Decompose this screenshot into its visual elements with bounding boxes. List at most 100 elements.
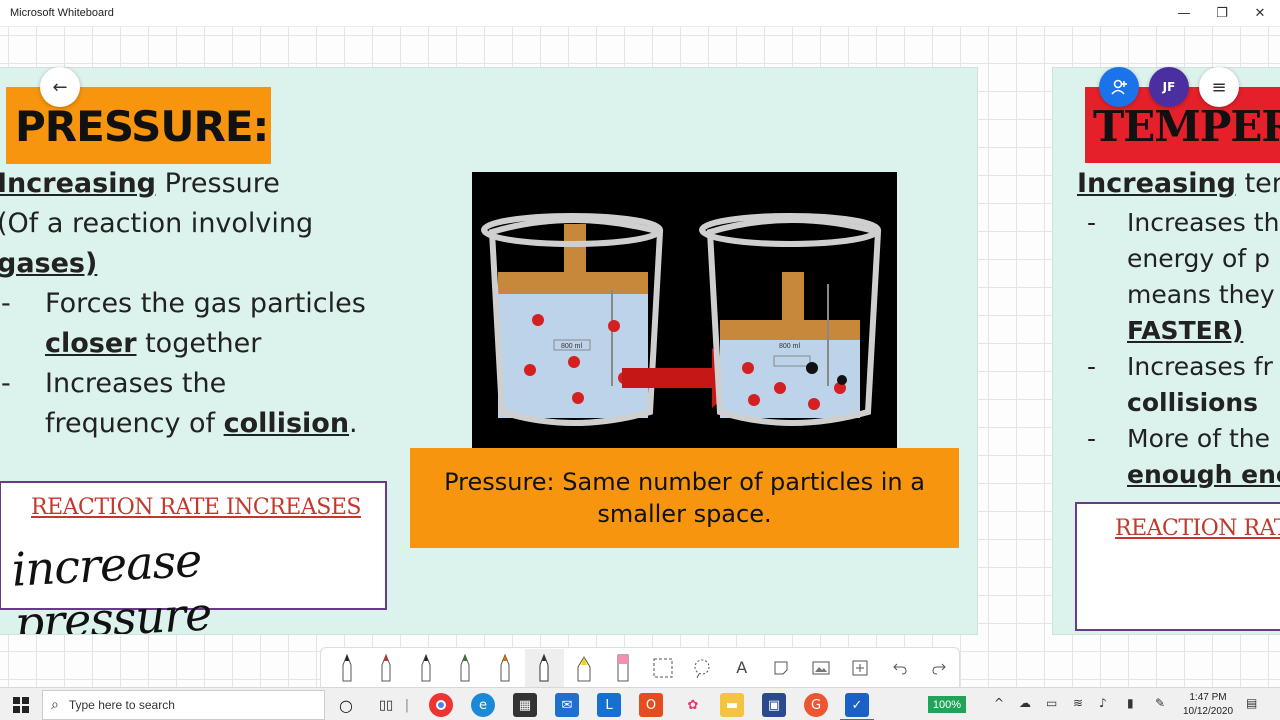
- pen-tray-icon[interactable]: ✎: [1155, 696, 1165, 710]
- ruler-icon: [653, 658, 673, 677]
- screen-app-icon[interactable]: ▣: [762, 693, 786, 717]
- right-beaker-label: 800 ml: [779, 343, 800, 350]
- start-button[interactable]: [0, 688, 42, 720]
- chrome-profile-icon[interactable]: G: [804, 693, 828, 717]
- file-explorer-icon[interactable]: ▬: [720, 693, 744, 717]
- right-beaker: 800 ml: [699, 213, 882, 426]
- reaction-rate-label: REACTION RATE INCREASES: [31, 495, 361, 520]
- bullet-1-line-2: closer together: [45, 328, 262, 359]
- person-add-icon: [1111, 79, 1127, 95]
- close-button[interactable]: ✕: [1240, 0, 1280, 27]
- user-initials: JF: [1162, 80, 1176, 94]
- close-icon: ✕: [1254, 6, 1266, 21]
- pressure-title: PRESSURE:: [15, 102, 269, 151]
- notifications-icon[interactable]: ▤: [1246, 696, 1257, 710]
- ruler-tool[interactable]: [643, 649, 683, 687]
- office-icon[interactable]: O: [639, 693, 663, 717]
- bullet-1-line-1: Forces the gas particles: [45, 288, 366, 319]
- temp-dash-3: -: [1087, 424, 1097, 453]
- wifi-icon[interactable]: ≋: [1073, 696, 1083, 710]
- pressure-line-3: gases): [0, 248, 98, 279]
- clock[interactable]: 1:47 PM 10/12/2020: [1178, 691, 1238, 719]
- clock-time: 1:47 PM: [1189, 692, 1227, 703]
- back-button[interactable]: ←: [40, 67, 80, 107]
- onedrive-icon[interactable]: ☁: [1019, 696, 1031, 710]
- pen-green-icon: [460, 653, 470, 681]
- app-icon[interactable]: ✿: [681, 693, 705, 717]
- eraser[interactable]: [604, 649, 644, 687]
- chrome-icon[interactable]: [429, 693, 453, 717]
- bullet-2-line-1: Increases the: [45, 368, 227, 399]
- undo-button[interactable]: [880, 649, 920, 687]
- left-beaker-label: 800 ml: [561, 343, 582, 350]
- hamburger-icon: ≡: [1211, 76, 1227, 98]
- bullet-dash-2: -: [1, 368, 11, 399]
- temp-dash-2: -: [1087, 352, 1097, 381]
- microphone-icon[interactable]: ▮: [1127, 696, 1134, 710]
- highlighter[interactable]: [564, 649, 604, 687]
- taskbar: ⌕ Type here to search ○ ▯▯ | e ▦ ✉ L O ✿…: [0, 687, 1280, 720]
- temp-b1-l3: means they: [1127, 280, 1275, 309]
- task-view-icon[interactable]: ▯▯: [374, 693, 398, 717]
- pen-black[interactable]: [327, 649, 367, 687]
- pen-green[interactable]: [446, 649, 486, 687]
- back-arrow-icon: ←: [52, 76, 68, 98]
- temp-reaction-rate-label: REACTION RAT: [1115, 516, 1280, 541]
- text-tool[interactable]: A: [722, 649, 762, 687]
- pen-dark-icon: [421, 653, 431, 681]
- restore-button[interactable]: ❐: [1202, 0, 1242, 27]
- temperature-slide[interactable]: TEMPERA Increasing ten - Increases th en…: [1052, 67, 1280, 635]
- title-bar: Microsoft Whiteboard — ❐ ✕: [0, 0, 1280, 27]
- pressure-line-1: Increasing Pressure: [0, 168, 280, 199]
- network-drive-icon[interactable]: ▭: [1046, 696, 1057, 710]
- temp-reaction-rate-box[interactable]: REACTION RAT: [1075, 502, 1280, 631]
- edge-icon[interactable]: e: [471, 693, 495, 717]
- menu-button[interactable]: ≡: [1199, 67, 1239, 107]
- temp-dash-1: -: [1087, 208, 1097, 237]
- temp-line-1: Increasing ten: [1077, 168, 1280, 199]
- pen-selected-icon: [539, 653, 549, 681]
- pen-black-icon: [342, 653, 352, 681]
- pressure-slide[interactable]: PRESSURE: Increasing Pressure (Of a reac…: [0, 67, 978, 635]
- user-avatar[interactable]: JF: [1149, 67, 1189, 107]
- zoom-level[interactable]: 100%: [928, 696, 966, 713]
- image-tool[interactable]: [801, 649, 841, 687]
- search-icon: ⌕: [51, 697, 59, 713]
- caption-box: Pressure: Same number of particles in a …: [410, 448, 959, 548]
- lync-icon[interactable]: L: [597, 693, 621, 717]
- search-box[interactable]: ⌕ Type here to search: [42, 690, 325, 720]
- tray-chevron-icon[interactable]: ^: [994, 696, 1004, 710]
- plus-icon: [852, 660, 868, 675]
- redo-button[interactable]: [920, 649, 960, 687]
- note-tool[interactable]: [762, 649, 802, 687]
- left-beaker: 800 ml: [481, 213, 664, 426]
- temp-b2-l1: Increases fr: [1127, 352, 1273, 381]
- sticky-note-icon: [774, 661, 788, 674]
- pen-dark[interactable]: [406, 649, 446, 687]
- volume-icon[interactable]: ♪: [1099, 696, 1107, 710]
- image-icon: [812, 661, 830, 674]
- cortana-icon[interactable]: ○: [334, 693, 358, 717]
- lasso-icon: [694, 659, 710, 678]
- pen-orange[interactable]: [485, 649, 525, 687]
- pressure-line-2: (Of a reaction involving: [0, 208, 314, 239]
- inking-toolbar: A: [320, 647, 960, 687]
- store-icon[interactable]: ▦: [513, 693, 537, 717]
- minimize-icon: —: [1177, 6, 1191, 21]
- handwritten-note: increase pressure: [10, 532, 213, 635]
- reaction-rate-box[interactable]: REACTION RATE INCREASES increase pressur…: [0, 481, 387, 634]
- lasso-tool[interactable]: [683, 649, 723, 687]
- text-tool-icon: A: [736, 658, 748, 677]
- whiteboard-app-icon[interactable]: ✓: [845, 693, 869, 717]
- whiteboard-canvas[interactable]: PRESSURE: Increasing Pressure (Of a reac…: [0, 27, 1280, 687]
- pen-orange-icon: [500, 653, 510, 681]
- minimize-button[interactable]: —: [1164, 0, 1204, 27]
- mail-icon[interactable]: ✉: [555, 693, 579, 717]
- redo-icon: [932, 663, 946, 674]
- pen-red[interactable]: [367, 649, 407, 687]
- pen-selected[interactable]: [524, 648, 564, 687]
- temp-b3-l1: More of the: [1127, 424, 1270, 453]
- temp-b1-l4: FASTER): [1127, 316, 1244, 345]
- insert-tool[interactable]: [841, 649, 881, 687]
- share-button[interactable]: [1099, 67, 1139, 107]
